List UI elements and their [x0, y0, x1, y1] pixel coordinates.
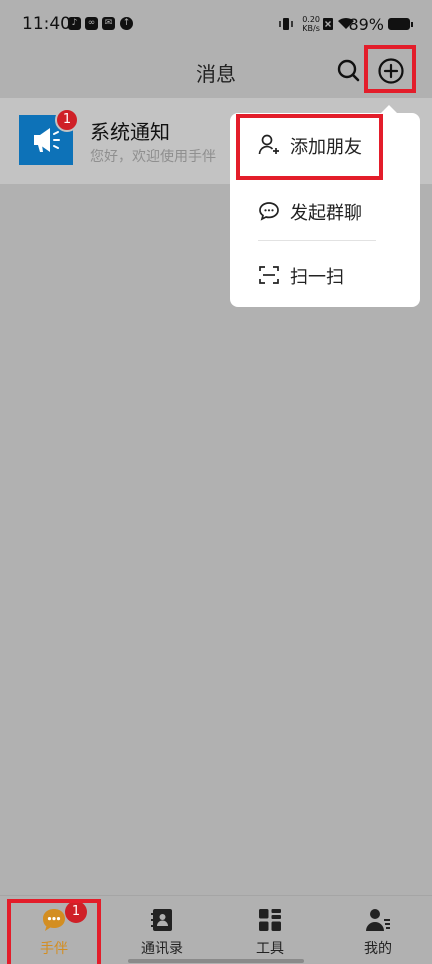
- mail-icon: ✉: [102, 17, 115, 30]
- unread-badge: 1: [55, 108, 79, 132]
- chat-icon: [259, 202, 279, 221]
- grid-tools-icon: [259, 909, 281, 931]
- tab-mine[interactable]: 我的: [324, 896, 432, 964]
- tab-label-tools: 工具: [256, 941, 284, 957]
- home-indicator[interactable]: [128, 959, 304, 963]
- conversation-preview: 您好，欢迎使用手伴: [90, 149, 216, 165]
- user-profile-icon: [366, 909, 390, 931]
- tab-shouban-highlight: [7, 899, 101, 964]
- scan-icon: [259, 266, 279, 284]
- search-button[interactable]: [336, 56, 362, 86]
- upload-icon: ↑: [120, 17, 133, 30]
- menu-item-group-chat[interactable]: 发起群聊: [230, 186, 420, 236]
- tab-tools[interactable]: 工具: [216, 896, 324, 964]
- conversation-title: 系统通知: [90, 120, 170, 144]
- net-speed-unit: KB/s: [302, 24, 320, 33]
- battery-percent: 89%: [348, 15, 384, 34]
- add-friend-highlight: [236, 114, 383, 180]
- network-speed: 0.20 KB/s: [302, 15, 320, 33]
- menu-label-scan: 扫一扫: [290, 267, 344, 288]
- status-time: 11:40: [22, 14, 71, 34]
- add-button-highlight: [364, 45, 416, 93]
- menu-divider: [258, 240, 376, 241]
- tab-label-contacts: 通讯录: [141, 941, 183, 957]
- vibrate-icon: [279, 18, 293, 30]
- app-icon: ∞: [85, 17, 98, 30]
- battery-icon: [388, 18, 413, 30]
- status-bar: 11:40 ♪ ∞ ✉ ↑ 0.20 KB/s 89%: [0, 0, 432, 48]
- no-sim-icon: [323, 18, 333, 30]
- menu-item-scan[interactable]: 扫一扫: [230, 250, 420, 300]
- tab-contacts[interactable]: 通讯录: [108, 896, 216, 964]
- net-speed-value: 0.20: [302, 15, 320, 24]
- search-icon: [337, 59, 360, 82]
- tiktok-icon: ♪: [68, 17, 81, 30]
- contacts-book-icon: [151, 909, 172, 931]
- menu-label-group-chat: 发起群聊: [290, 203, 362, 224]
- tab-label-mine: 我的: [364, 941, 392, 957]
